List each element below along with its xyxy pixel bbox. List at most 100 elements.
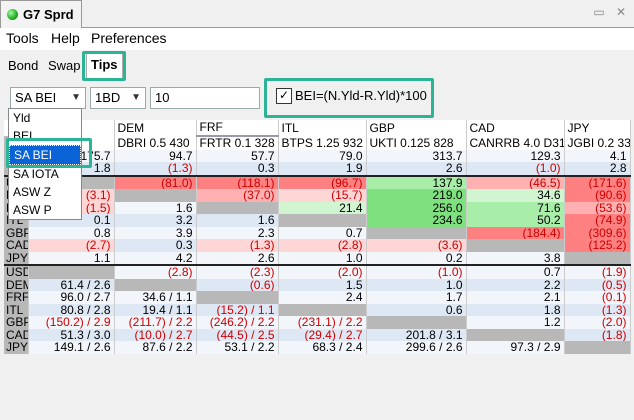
grid-cell[interactable]: 2.2 (466, 278, 565, 291)
grid-cell[interactable]: (171.6) (564, 174, 631, 189)
grid-cell[interactable]: (231.1) / 2.2 (278, 316, 367, 329)
grid-cell[interactable]: 0.7 (278, 226, 367, 239)
grid-cell[interactable]: 0.3 (196, 162, 279, 176)
grid-cell[interactable]: (1.9) (564, 264, 631, 279)
grid-cell[interactable]: 2.4 (278, 291, 367, 304)
grid-cell[interactable]: 87.6 / 2.2 (114, 341, 197, 354)
count-input[interactable]: 10 (150, 87, 260, 109)
grid-cell[interactable]: 71.6 (466, 201, 565, 214)
menu-preferences[interactable]: Preferences (91, 30, 166, 46)
grid-cell[interactable]: 61.4 / 2.6 (28, 278, 115, 291)
close-icon[interactable]: ✕ (610, 1, 632, 23)
grid-cell[interactable]: 19.4 / 1.1 (114, 303, 197, 316)
grid-cell[interactable]: (1.3) (114, 162, 197, 176)
grid-cell[interactable]: 57.7 (196, 149, 279, 162)
grid-cell[interactable]: 2.1 (466, 291, 565, 304)
grid-cell[interactable]: 21.4 (278, 201, 367, 214)
grid-cell[interactable] (564, 341, 631, 354)
grid-cell[interactable]: 4.1 (564, 149, 631, 162)
tenor-select[interactable]: 1BD ▼ (90, 87, 146, 109)
grid-cell[interactable]: 51.3 / 3.0 (28, 328, 115, 341)
grid-cell[interactable]: 219.0 (366, 189, 467, 202)
grid-cell[interactable] (466, 328, 565, 341)
grid-cell[interactable]: (2.0) (564, 316, 631, 329)
grid-cell[interactable]: (1.0) (366, 264, 467, 279)
grid-cell[interactable]: (246.2) / 2.2 (196, 316, 279, 329)
grid-cell[interactable] (196, 291, 279, 304)
grid-cell[interactable]: 313.7 (366, 149, 467, 162)
grid-cell[interactable]: (10.0) / 2.7 (114, 328, 197, 341)
grid-cell[interactable]: 68.3 / 2.4 (278, 341, 367, 354)
grid-cell[interactable]: 1.1 (28, 251, 115, 265)
grid-cell[interactable]: (44.5) / 2.5 (196, 328, 279, 341)
grid-cell[interactable]: (3.6) (366, 239, 467, 252)
grid-cell[interactable]: (0.6) (196, 278, 279, 291)
grid-cell[interactable]: (1.8) (564, 328, 631, 341)
grid-cell[interactable]: 201.8 / 3.1 (366, 328, 467, 341)
grid-cell[interactable]: 96.0 / 2.7 (28, 291, 115, 304)
grid-cell[interactable]: 1.6 (114, 201, 197, 214)
grid-cell[interactable]: (2.8) (278, 239, 367, 252)
grid-cell[interactable]: 1.9 (278, 162, 367, 176)
grid-cell[interactable]: 3.2 (114, 214, 197, 227)
grid-cell[interactable] (366, 226, 467, 239)
grid-cell[interactable]: 149.1 / 2.6 (28, 341, 115, 354)
measure-select[interactable]: SA BEI ▼ (10, 87, 86, 109)
grid-cell[interactable] (114, 278, 197, 291)
grid-cell[interactable]: 2.8 (564, 162, 631, 176)
grid-cell[interactable]: (2.3) (196, 264, 279, 279)
grid-cell[interactable]: 137.9 (366, 174, 467, 189)
grid-cell[interactable]: 1.8 (466, 303, 565, 316)
grid-cell[interactable] (366, 316, 467, 329)
grid-cell[interactable]: 1.2 (466, 316, 565, 329)
grid-cell[interactable]: 0.2 (366, 251, 467, 265)
grid-cell[interactable]: (2.0) (278, 264, 367, 279)
grid-cell[interactable]: (184.4) (466, 226, 565, 239)
grid-cell[interactable]: 34.6 / 1.1 (114, 291, 197, 304)
grid-cell[interactable]: 2.6 (366, 162, 467, 176)
grid-cell[interactable]: (81.0) (114, 174, 197, 189)
grid-cell[interactable]: 234.6 (366, 214, 467, 227)
grid-cell[interactable]: 1.0 (366, 278, 467, 291)
grid-cell[interactable]: 129.3 (466, 149, 565, 162)
grid-cell[interactable]: 2.6 (196, 251, 279, 265)
grid-cell[interactable]: (118.1) (196, 174, 279, 189)
grid-cell[interactable]: 0.7 (466, 264, 565, 279)
grid-cell[interactable]: 3.8 (466, 251, 565, 265)
grid-cell[interactable] (564, 251, 631, 265)
grid-cell[interactable]: (1.0) (466, 162, 565, 176)
grid-cell[interactable]: 1.5 (278, 278, 367, 291)
grid-cell[interactable]: 0.6 (366, 303, 467, 316)
dropdown-option[interactable]: ASW Z (9, 183, 81, 201)
grid-cell[interactable]: 256.0 (366, 201, 467, 214)
grid-cell[interactable]: (1.3) (196, 239, 279, 252)
grid-cell[interactable]: 1.0 (278, 251, 367, 265)
grid-cell[interactable] (278, 303, 367, 316)
grid-cell[interactable]: (96.7) (278, 174, 367, 189)
grid-cell[interactable]: 53.1 / 2.2 (196, 341, 279, 354)
grid-cell[interactable]: (2.7) (28, 239, 115, 252)
grid-cell[interactable] (114, 189, 197, 202)
grid-cell[interactable]: 80.8 / 2.8 (28, 303, 115, 316)
grid-cell[interactable]: (15.2) / 1.1 (196, 303, 279, 316)
grid-cell[interactable]: 4.2 (114, 251, 197, 265)
grid-cell[interactable]: 0.8 (28, 226, 115, 239)
grid-cell[interactable]: (90.6) (564, 189, 631, 202)
grid-cell[interactable]: 50.2 (466, 214, 565, 227)
grid-cell[interactable] (28, 264, 115, 279)
window-tab[interactable]: G7 Sprd (0, 0, 82, 28)
grid-cell[interactable]: (1.3) (564, 303, 631, 316)
grid-cell[interactable]: 79.0 (278, 149, 367, 162)
grid-cell[interactable]: 0.3 (114, 239, 197, 252)
grid-cell[interactable]: (211.7) / 2.2 (114, 316, 197, 329)
grid-cell[interactable] (278, 214, 367, 227)
menu-tools[interactable]: Tools (6, 30, 39, 46)
grid-cell[interactable]: (46.5) (466, 174, 565, 189)
grid-cell[interactable]: (125.2) (564, 239, 631, 252)
menu-help[interactable]: Help (51, 30, 80, 46)
grid-cell[interactable]: 34.6 (466, 189, 565, 202)
grid-cell[interactable]: 94.7 (114, 149, 197, 162)
grid-cell[interactable]: 1.7 (366, 291, 467, 304)
grid-cell[interactable]: 1.6 (196, 214, 279, 227)
grid-cell[interactable]: (150.2) / 2.9 (28, 316, 115, 329)
